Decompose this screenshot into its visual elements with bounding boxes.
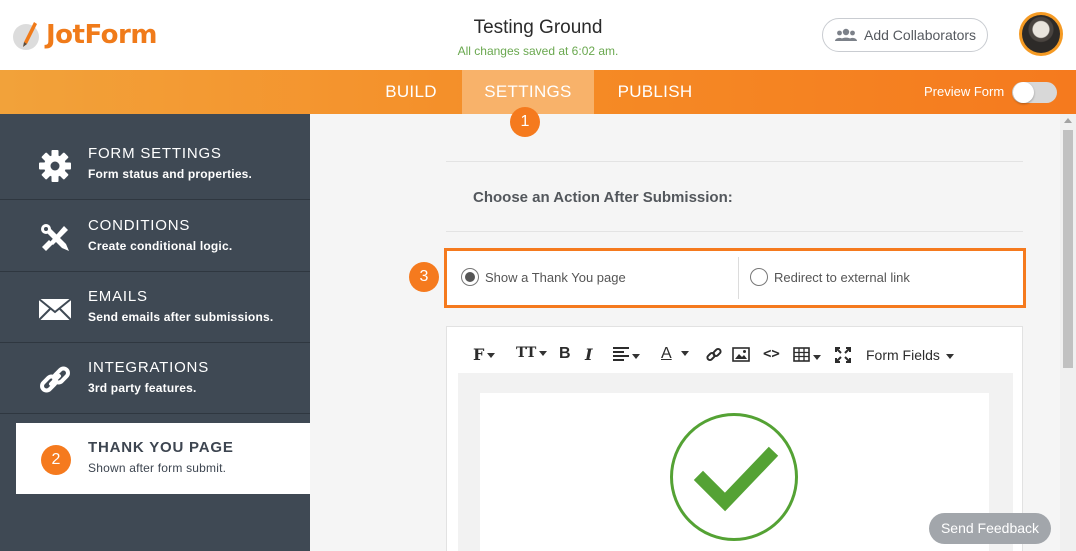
sidebar-item-form-settings[interactable]: FORM SETTINGS Form status and properties… <box>0 129 310 200</box>
gear-icon <box>38 149 72 183</box>
text-color-label: A <box>661 345 672 362</box>
align-button[interactable] <box>613 347 640 366</box>
table-icon <box>793 347 810 362</box>
top-header: JotForm Testing Ground All changes saved… <box>0 0 1076 70</box>
fullscreen-button[interactable] <box>835 347 851 368</box>
preview-form-label: Preview Form <box>924 84 1005 99</box>
section-title: Choose an Action After Submission: <box>473 189 733 206</box>
radio-show-thank-you-label[interactable]: Show a Thank You page <box>485 270 626 285</box>
font-family-label: F <box>473 345 485 364</box>
scroll-up-arrow-icon[interactable] <box>1064 118 1072 123</box>
form-fields-dropdown[interactable]: Form Fields <box>866 347 954 363</box>
radio-show-thank-you[interactable] <box>461 268 479 286</box>
divider <box>446 231 1023 232</box>
table-button[interactable] <box>793 347 821 367</box>
tools-icon <box>38 221 72 255</box>
avatar-image <box>1022 15 1060 53</box>
radio-redirect-external-label[interactable]: Redirect to external link <box>774 270 910 285</box>
chevron-down-icon <box>680 351 689 357</box>
align-left-icon <box>613 347 629 361</box>
form-fields-label: Form Fields <box>866 347 940 363</box>
tab-publish[interactable]: PUBLISH <box>606 70 704 114</box>
sidebar-item-integrations[interactable]: INTEGRATIONS 3rd party features. <box>0 343 310 414</box>
envelope-icon <box>38 292 72 326</box>
settings-sidebar: FORM SETTINGS Form status and properties… <box>0 114 310 551</box>
bold-button[interactable]: B <box>559 345 571 363</box>
form-title[interactable]: Testing Ground <box>388 17 688 39</box>
chevron-down-icon <box>632 354 640 360</box>
sidebar-item-title: FORM SETTINGS <box>88 145 222 162</box>
sidebar-item-subtitle: 3rd party features. <box>88 381 197 395</box>
sidebar-item-title: CONDITIONS <box>88 217 191 234</box>
logo-text: JotForm <box>46 20 157 50</box>
radio-redirect-external[interactable] <box>750 268 768 286</box>
insert-image-button[interactable] <box>732 347 750 367</box>
pencil-logo-icon <box>12 18 42 52</box>
tab-build[interactable]: BUILD <box>370 70 452 114</box>
image-icon <box>732 347 750 362</box>
user-avatar-icon[interactable] <box>1019 12 1063 56</box>
add-collaborators-label: Add Collaborators <box>864 27 977 43</box>
chevron-down-icon <box>813 355 821 361</box>
people-icon <box>835 28 857 41</box>
link-icon <box>706 347 722 362</box>
fullscreen-icon <box>835 347 851 363</box>
link-icon <box>38 363 72 397</box>
font-size-label: TT <box>516 345 537 361</box>
step-marker-2: 2 <box>41 445 71 475</box>
submission-action-options: Show a Thank You page Redirect to extern… <box>444 248 1026 308</box>
sidebar-item-subtitle: Create conditional logic. <box>88 239 233 253</box>
chevron-down-icon <box>945 353 954 359</box>
preview-form-toggle[interactable] <box>1012 82 1057 103</box>
font-family-button[interactable]: F <box>473 345 496 364</box>
sidebar-item-emails[interactable]: EMAILS Send emails after submissions. <box>0 272 310 343</box>
chevron-down-icon <box>539 350 548 356</box>
form-title-block: Testing Ground All changes saved at 6:02… <box>388 17 688 58</box>
link-button[interactable] <box>706 347 722 368</box>
send-feedback-button[interactable]: Send Feedback <box>929 513 1051 544</box>
sidebar-item-subtitle: Send emails after submissions. <box>88 310 274 324</box>
sidebar-item-subtitle: Form status and properties. <box>88 167 253 181</box>
step-marker-3: 3 <box>409 262 439 292</box>
text-color-button[interactable]: A <box>661 345 689 363</box>
italic-button[interactable]: I <box>585 345 592 364</box>
sidebar-item-subtitle: Shown after form submit. <box>88 461 227 475</box>
sidebar-item-title: EMAILS <box>88 288 148 305</box>
sidebar-item-title: INTEGRATIONS <box>88 359 209 376</box>
font-size-button[interactable]: TT <box>516 345 548 361</box>
divider <box>446 161 1023 162</box>
success-check-icon <box>670 413 798 541</box>
divider <box>738 257 739 299</box>
save-status: All changes saved at 6:02 am. <box>457 44 619 58</box>
sidebar-item-conditions[interactable]: CONDITIONS Create conditional logic. <box>0 201 310 272</box>
toggle-knob <box>1013 82 1034 103</box>
sidebar-item-title: THANK YOU PAGE <box>88 439 234 456</box>
add-collaborators-button[interactable]: Add Collaborators <box>822 18 988 52</box>
scrollbar-thumb[interactable] <box>1063 130 1073 368</box>
source-code-button[interactable]: <> <box>763 346 780 362</box>
jotform-logo[interactable]: JotForm <box>12 18 157 52</box>
chevron-down-icon <box>487 353 496 358</box>
editor-page[interactable] <box>480 393 989 551</box>
main-nav: BUILD SETTINGS PUBLISH Preview Form <box>0 70 1076 114</box>
step-marker-1: 1 <box>510 107 540 137</box>
